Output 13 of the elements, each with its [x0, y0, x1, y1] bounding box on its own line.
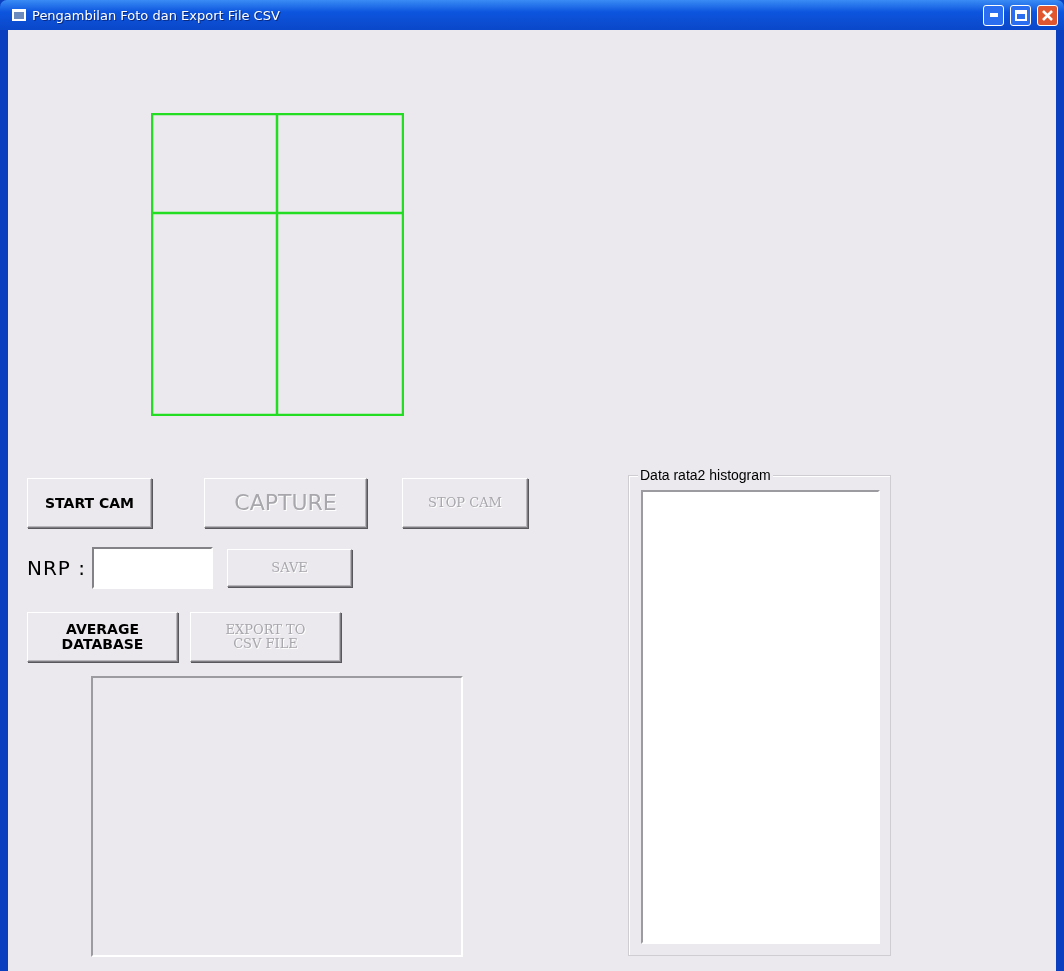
minimize-button[interactable]	[983, 4, 1004, 26]
nrp-label: NRP :	[27, 556, 86, 580]
close-button[interactable]	[1037, 4, 1058, 26]
window-icon	[12, 9, 26, 21]
maximize-button[interactable]	[1010, 4, 1031, 26]
close-icon	[1042, 9, 1053, 21]
group-title: Data rata2 histogram	[638, 467, 773, 483]
average-database-button[interactable]: AVERAGE DATABASE	[27, 612, 178, 662]
nrp-input-field[interactable]	[92, 547, 213, 589]
minimize-icon	[989, 13, 998, 17]
window-title: Pengambilan Foto dan Export File CSV	[32, 7, 281, 23]
maximize-icon	[1014, 9, 1027, 21]
start-cam-button[interactable]: START CAM	[27, 478, 152, 528]
